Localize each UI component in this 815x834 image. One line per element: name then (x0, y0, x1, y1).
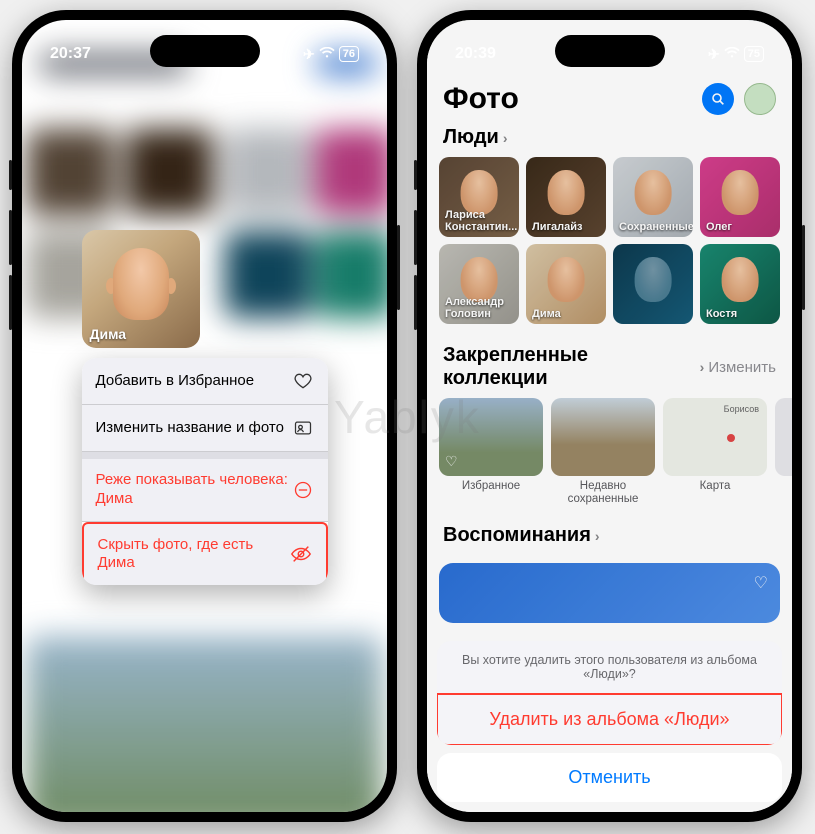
person-tile[interactable]: Олег (700, 157, 780, 237)
person-name: Сохраненные (619, 221, 689, 233)
pinned-map[interactable]: Борисов Карта (663, 398, 767, 506)
profile-avatar[interactable] (744, 83, 776, 115)
person-tile[interactable]: Александр Головин (439, 244, 519, 324)
menu-label: Изменить название и фото (96, 419, 284, 438)
page-title: Фото (443, 82, 519, 116)
pinned-label: Недавно сохраненные (551, 480, 655, 506)
battery-indicator: 75 (744, 46, 764, 62)
airplane-icon: ✈ (708, 46, 720, 63)
status-time: 20:39 (455, 45, 496, 63)
heart-icon: ♡ (445, 453, 458, 470)
person-name: Лариса Константин... (445, 209, 515, 233)
person-name-label: Дима (90, 326, 127, 342)
person-tile[interactable]: Лариса Константин... (439, 157, 519, 237)
person-tile[interactable]: Дима (526, 244, 606, 324)
person-preview-card[interactable]: Дима (82, 230, 200, 348)
eye-slash-icon (290, 543, 312, 565)
sheet-message: Вы хотите удалить этого пользователя из … (437, 641, 782, 694)
pinned-label: Избранное (439, 480, 543, 493)
battery-indicator: 76 (339, 46, 359, 62)
chevron-right-icon: › (595, 528, 600, 544)
map-city-label: Борисов (724, 404, 759, 414)
status-time: 20:37 (50, 45, 91, 63)
section-memories[interactable]: Воспоминания › (427, 518, 792, 555)
menu-label: Реже показывать человека: Дима (96, 471, 292, 509)
section-people[interactable]: Люди › (427, 120, 792, 157)
menu-add-favorite[interactable]: Добавить в Избранное (82, 358, 328, 405)
edit-link[interactable]: Изменить (708, 359, 776, 376)
dynamic-island (150, 35, 260, 67)
search-button[interactable] (702, 83, 734, 115)
person-name: Олег (706, 221, 776, 233)
chevron-right-icon: › (700, 359, 705, 375)
minus-circle-icon (292, 479, 314, 501)
menu-rename[interactable]: Изменить название и фото (82, 405, 328, 452)
person-name: Александр Головин (445, 296, 515, 320)
phone-right: Воскресенье 13 июля 20:39 ✈ 75 Фото (417, 10, 802, 822)
context-menu: Добавить в Избранное Изменить название и… (82, 358, 328, 585)
pinned-more[interactable] (775, 398, 792, 506)
menu-label: Добавить в Избранное (96, 372, 255, 391)
person-tile[interactable]: Сохраненные (613, 157, 693, 237)
section-label: Воспоминания (443, 524, 591, 547)
phone-left: 20:37 ✈ 76 Дима Добавить в Избранное (12, 10, 397, 822)
section-label: Люди (443, 126, 499, 149)
menu-hide-photos[interactable]: Скрыть фото, где есть Дима (82, 522, 328, 586)
menu-label: Скрыть фото, где есть Дима (98, 536, 290, 574)
person-tile[interactable]: Костя (700, 244, 780, 324)
people-grid: Лариса Константин... Лигалайз Сохраненны… (427, 157, 792, 324)
pinned-favorites[interactable]: ♡ Избранное (439, 398, 543, 506)
person-name: Лигалайз (532, 221, 602, 233)
heart-outline-icon (292, 370, 314, 392)
heart-outline-icon[interactable]: ♡ (754, 573, 768, 593)
pinned-recent[interactable]: Недавно сохраненные (551, 398, 655, 506)
chevron-right-icon: › (503, 130, 508, 146)
dynamic-island (555, 35, 665, 67)
pinned-collections: ♡ Избранное Недавно сохраненные Борисов … (427, 398, 792, 506)
cancel-button[interactable]: Отменить (437, 753, 782, 802)
person-name: Дима (532, 308, 602, 320)
section-label: Закрепленные коллекции (443, 344, 696, 390)
memories-card[interactable]: ♡ (439, 563, 780, 623)
pinned-label: Карта (663, 480, 767, 493)
action-sheet: Вы хотите удалить этого пользователя из … (437, 641, 782, 802)
wifi-icon (724, 46, 740, 62)
wifi-icon (319, 46, 335, 62)
person-tile[interactable]: Лигалайз (526, 157, 606, 237)
contact-card-icon (292, 417, 314, 439)
person-name: Костя (706, 308, 776, 320)
airplane-icon: ✈ (303, 46, 315, 63)
person-tile[interactable] (613, 244, 693, 324)
section-pinned[interactable]: Закрепленные коллекции › Изменить (427, 338, 792, 398)
menu-feature-less[interactable]: Реже показывать человека: Дима (82, 459, 328, 522)
remove-from-people-button[interactable]: Удалить из альбома «Люди» (437, 693, 782, 745)
